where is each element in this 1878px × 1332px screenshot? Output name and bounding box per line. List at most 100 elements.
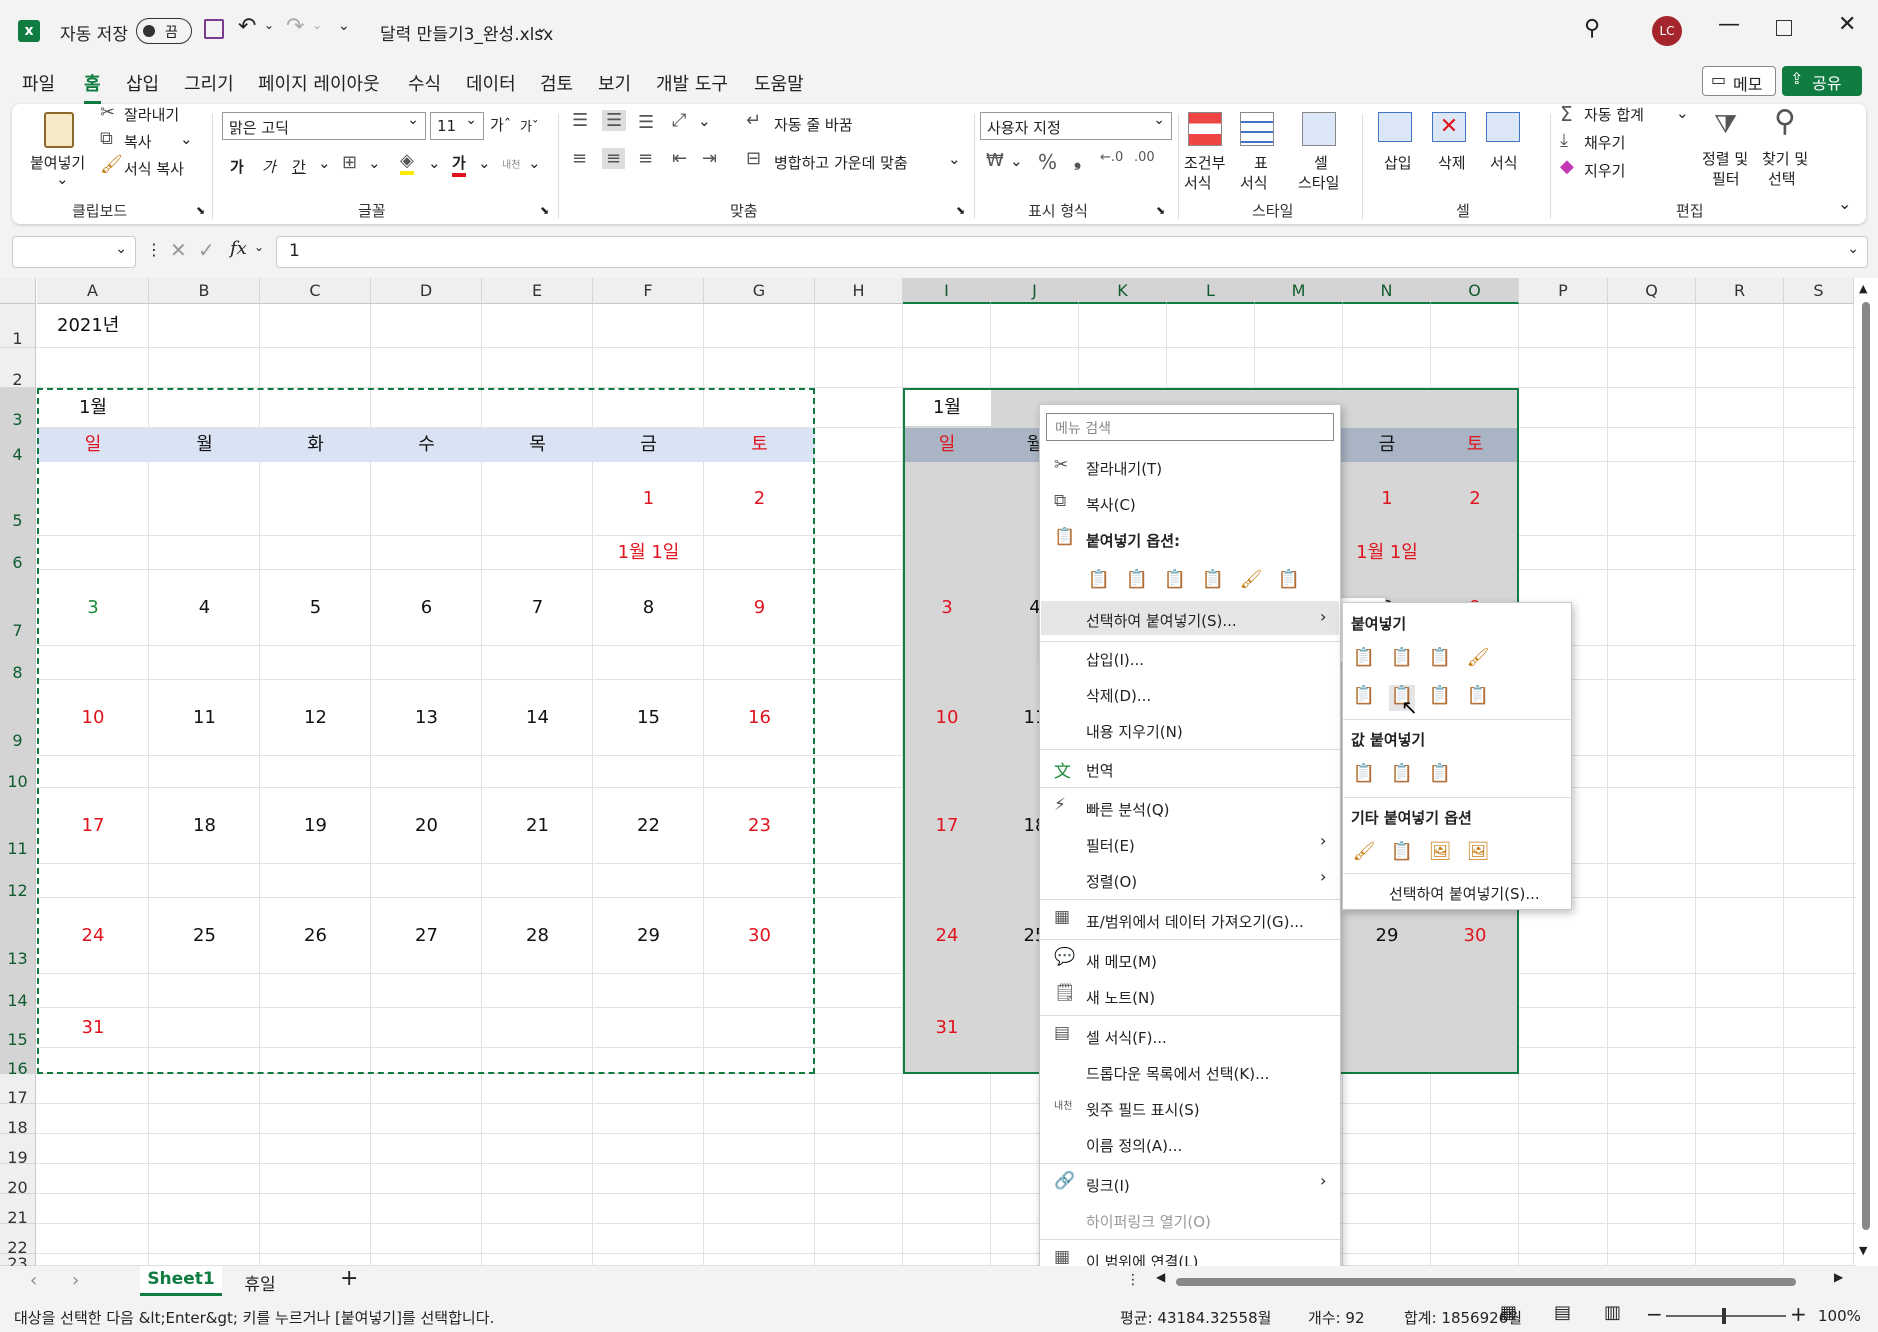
column-header-i[interactable]: I — [903, 278, 991, 304]
date-cell[interactable]: 26 — [260, 898, 371, 974]
sub-linked-picture-icon[interactable]: 🖼 — [1465, 841, 1491, 867]
date-cell[interactable]: 10 — [37, 680, 149, 756]
align-left-icon[interactable]: ≡ — [572, 148, 587, 169]
column-header-s[interactable]: S — [1784, 278, 1854, 304]
menu-quick-analysis[interactable]: 빠른 분석(Q) — [1086, 799, 1169, 820]
paste-formatting-icon[interactable]: 🖌 — [1238, 569, 1264, 595]
row-header-14[interactable]: 14 — [0, 974, 36, 1010]
status-count[interactable]: 개수: 92 — [1308, 1307, 1365, 1328]
date-cell[interactable]: 19 — [260, 788, 371, 864]
column-header-d[interactable]: D — [371, 278, 482, 304]
row-header-6[interactable]: 6 — [0, 536, 36, 572]
paste-link-icon[interactable]: 📋 — [1276, 569, 1302, 595]
sub-values-icon[interactable]: 📋 — [1351, 763, 1377, 789]
cut-button[interactable]: 잘라내기 — [124, 104, 179, 125]
document-title[interactable]: 달력 만들기3_완성.xlsx — [380, 20, 553, 45]
vertical-scrollbar[interactable]: ▲ ▼ — [1856, 282, 1874, 1262]
column-header-e[interactable]: E — [482, 278, 593, 304]
cell-styles-button[interactable]: 셀 — [1314, 152, 1328, 173]
sub-paste-merge-icon[interactable]: 📋 — [1465, 685, 1491, 711]
alignment-launcher-icon[interactable]: ⬊ — [956, 204, 965, 217]
phonetic-button[interactable]: 내천 — [502, 156, 520, 171]
share-button[interactable]: ⇪ 공유 — [1782, 66, 1862, 96]
increase-indent-icon[interactable]: ⇥ — [702, 148, 717, 169]
date-cell[interactable]: 14 — [482, 680, 593, 756]
row-header-18[interactable]: 18 — [0, 1104, 36, 1137]
month-cell[interactable]: 1월 — [37, 388, 149, 428]
row-header-7[interactable]: 7 — [0, 570, 36, 646]
row-header-17[interactable]: 17 — [0, 1074, 36, 1107]
formula-input[interactable]: 1 ⌄ — [276, 236, 1868, 268]
align-top-icon[interactable]: ☰ — [572, 110, 588, 131]
date-cell[interactable]: 9 — [704, 570, 815, 646]
date-cell[interactable]: 3 — [37, 570, 149, 646]
decrease-indent-icon[interactable]: ⇤ — [672, 148, 687, 169]
date-cell[interactable]: 17 — [37, 788, 149, 864]
row-header-5[interactable]: 5 — [0, 462, 36, 536]
menu-new-comment[interactable]: 새 메모(M) — [1086, 951, 1157, 972]
add-sheet-icon[interactable]: + — [340, 1266, 358, 1291]
prev-sheet-icon[interactable]: ‹ — [30, 1270, 37, 1291]
sub-values-number-icon[interactable]: 📋 — [1389, 763, 1415, 789]
date-cell[interactable]: 11 — [149, 680, 260, 756]
right-date-cell[interactable]: 31 — [903, 1008, 991, 1048]
minimize-icon[interactable]: — — [1718, 12, 1740, 37]
worksheet-grid[interactable]: ABCDEFGHIJKLMNOPQRS 1 2 3 4 5 6 7 8 9 10 11 12 13 14 1… — [0, 278, 1878, 1273]
page-break-view-icon[interactable]: ▥ — [1604, 1302, 1621, 1323]
tab-data[interactable]: 데이터 — [466, 70, 516, 96]
date-cell[interactable]: 2 — [704, 462, 815, 536]
redo-dropdown-icon[interactable]: ⌄ — [312, 18, 322, 32]
row-header-1[interactable]: 1 — [0, 304, 36, 348]
sheet-tab-holiday[interactable]: 휴일 — [230, 1266, 290, 1296]
row-header-20[interactable]: 20 — [0, 1164, 36, 1197]
date-cell[interactable]: 15 — [593, 680, 704, 756]
row-header-3[interactable]: 3 — [0, 388, 36, 429]
date-cell[interactable]: 21 — [482, 788, 593, 864]
fill-color-icon[interactable]: ◈ — [400, 150, 414, 175]
menu-define-name[interactable]: 이름 정의(A)... — [1086, 1135, 1182, 1156]
font-color-dropdown-icon[interactable]: ⌄ — [478, 154, 491, 172]
phonetic-dropdown-icon[interactable]: ⌄ — [528, 154, 541, 172]
scroll-up-icon[interactable]: ▲ — [1859, 282, 1867, 295]
collapse-ribbon-icon[interactable]: ⌄ — [1838, 194, 1851, 213]
search-icon[interactable]: ⚲ — [1584, 16, 1600, 41]
row-header-2[interactable]: 2 — [0, 348, 36, 389]
select-all-corner[interactable] — [0, 278, 36, 304]
paste-icon[interactable]: 📋 — [1086, 569, 1112, 595]
tab-file[interactable]: 파일 — [22, 70, 55, 96]
horizontal-scrollbar[interactable]: ◀ ▶ — [1156, 1270, 1846, 1288]
title-dropdown-icon[interactable]: ⌄ — [536, 20, 548, 36]
menu-filter[interactable]: 필터(E) — [1086, 835, 1135, 856]
row-header-23[interactable]: 23 — [0, 1254, 36, 1273]
font-launcher-icon[interactable]: ⬊ — [540, 204, 549, 217]
row-header-9[interactable]: 9 — [0, 680, 36, 756]
tab-developer[interactable]: 개발 도구 — [656, 70, 728, 96]
right-weekday-cell[interactable]: 금 — [1343, 428, 1431, 462]
sub-paste-transpose-icon[interactable]: 📋 — [1427, 685, 1453, 711]
column-header-a[interactable]: A — [37, 278, 149, 304]
row-header-12[interactable]: 12 — [0, 864, 36, 900]
page-layout-view-icon[interactable]: ▤ — [1554, 1302, 1571, 1323]
menu-format-cells[interactable]: 셀 서식(F)... — [1086, 1027, 1167, 1048]
date-cell[interactable]: 1 — [593, 462, 704, 536]
cancel-entry-icon[interactable]: ✕ — [170, 238, 187, 262]
paste-dropdown-icon[interactable]: ⌄ — [56, 170, 69, 188]
format-cells-button[interactable]: 서식 — [1490, 152, 1518, 173]
right-date-cell[interactable]: 24 — [903, 898, 991, 974]
weekday-cell[interactable]: 월 — [149, 428, 260, 462]
increase-font-icon[interactable]: 가ˆ — [490, 114, 511, 135]
year-cell[interactable]: 2021년 — [37, 304, 149, 348]
sub-paste-formulas-icon[interactable]: 📋 — [1389, 647, 1415, 673]
paste-formulas-icon[interactable]: 📋 — [1162, 569, 1188, 595]
weekday-cell[interactable]: 토 — [704, 428, 815, 462]
menu-delete[interactable]: 삭제(D)... — [1086, 685, 1151, 706]
font-name-combo[interactable]: 맑은 고딕 — [222, 112, 426, 140]
increase-decimal-icon[interactable]: ←.0 — [1100, 150, 1123, 165]
paste-transpose-icon[interactable]: 📋 — [1200, 569, 1226, 595]
accounting-icon[interactable]: ₩ — [986, 150, 1004, 171]
date-cell[interactable]: 24 — [37, 898, 149, 974]
right-weekday-cell[interactable]: 토 — [1431, 428, 1519, 462]
column-header-k[interactable]: K — [1079, 278, 1167, 304]
right-weekday-cell[interactable]: 일 — [903, 428, 991, 462]
horizontal-scroll-thumb[interactable] — [1176, 1278, 1796, 1286]
